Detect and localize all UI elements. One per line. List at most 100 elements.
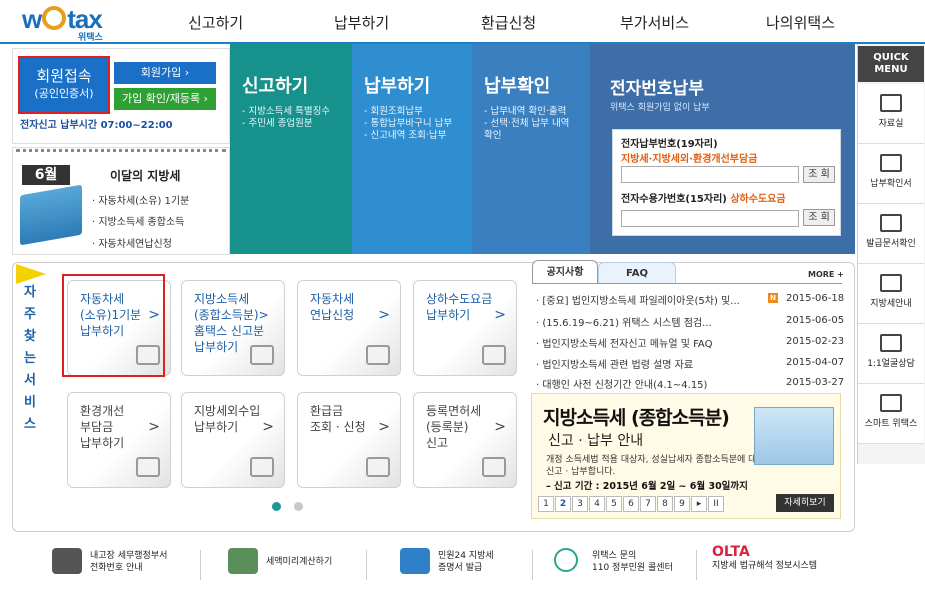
footer-divider bbox=[696, 550, 697, 580]
tile-car-annual[interactable]: 자동차세 연납신청 > bbox=[297, 280, 401, 376]
epay-number-input[interactable] bbox=[621, 166, 799, 183]
tab-faq[interactable]: FAQ bbox=[598, 262, 676, 284]
footer-divider bbox=[366, 550, 367, 580]
highlight-frame bbox=[62, 274, 165, 377]
chevron-right-icon: > bbox=[378, 307, 390, 323]
tile-income-tax[interactable]: 지방소득세 (종합소득분)> 홈택스 신고분 납부하기 bbox=[181, 280, 285, 376]
banner-epay-sub: 위택스 회원가입 없이 납부 bbox=[610, 103, 710, 113]
notice-item[interactable]: · 법인지방소득세 관련 법령 설명 자료 bbox=[536, 356, 693, 371]
monthly-item[interactable]: · 자동차세(소유) 1기분 bbox=[92, 192, 189, 207]
pager-8[interactable]: 8 bbox=[657, 496, 673, 512]
tab-notice[interactable]: 공지사항 bbox=[532, 260, 598, 284]
tile-line: 등록면허세 bbox=[426, 404, 482, 418]
quick-label: 지방세안내 bbox=[870, 299, 912, 309]
quick-label: 납부확인서 bbox=[870, 179, 912, 189]
banner-check[interactable]: 납부확인 - 납부내역 확인·출력 - 선택·전체 납부 내역 확인 bbox=[472, 44, 590, 254]
footer-line: 위택스 문의 bbox=[592, 551, 637, 561]
tile-env-charge[interactable]: 환경개선 부담금 납부하기 > bbox=[67, 392, 171, 488]
carousel-dot[interactable] bbox=[294, 502, 303, 511]
footer-divider bbox=[200, 550, 201, 580]
tile-nontax-revenue[interactable]: 지방세외수입 납부하기 > bbox=[181, 392, 285, 488]
wetax-logo[interactable]: w tax 위택스 bbox=[22, 4, 132, 43]
gnb-extra[interactable]: 부가서비스 bbox=[620, 12, 689, 33]
pager-1[interactable]: 1 bbox=[538, 496, 554, 512]
quick-label: 자료실 bbox=[878, 119, 904, 129]
quick-receipt[interactable]: 납부확인서 bbox=[858, 144, 924, 204]
pager-5[interactable]: 5 bbox=[606, 496, 622, 512]
quick-doc-verify[interactable]: 발급문서확인 bbox=[858, 204, 924, 264]
gnb-report[interactable]: 신고하기 bbox=[188, 12, 243, 33]
quick-video-consult[interactable]: 1:1얼굴상담 bbox=[858, 324, 924, 384]
footer-110-call[interactable]: 위택스 문의 110 정부민원 콜센터 bbox=[554, 546, 684, 582]
pager-9[interactable]: 9 bbox=[674, 496, 690, 512]
monthly-title: 이달의 지방세 bbox=[110, 169, 181, 183]
more-link[interactable]: MORE + bbox=[808, 270, 844, 279]
promo-period: – 신고 기간 : 2015년 6월 2일 ~ 6월 30일까지 bbox=[546, 481, 748, 492]
pager-pause-button[interactable]: II bbox=[708, 496, 724, 512]
pager-4[interactable]: 4 bbox=[589, 496, 605, 512]
quick-smart-wetax[interactable]: 스마트 위택스 bbox=[858, 384, 924, 444]
water-number-input[interactable] bbox=[621, 210, 799, 227]
notice-item[interactable]: · 대행인 사전 신청기간 안내(4.1~4.15) bbox=[536, 376, 707, 391]
pager-7[interactable]: 7 bbox=[640, 496, 656, 512]
login-button[interactable]: 회원접속 (공인인증서) bbox=[18, 56, 110, 114]
banner-report-list: - 지방소득세 특별징수 - 주민세 종업원분 bbox=[242, 106, 330, 130]
quick-menu-header: QUICK MENU bbox=[858, 46, 924, 82]
pager-3[interactable]: 3 bbox=[572, 496, 588, 512]
carousel-dot-active[interactable] bbox=[272, 502, 281, 511]
pager-6[interactable]: 6 bbox=[623, 496, 639, 512]
chevron-right-icon: > bbox=[262, 419, 274, 435]
footer-line: 내고장 세무행정부서 bbox=[90, 551, 168, 561]
phone-icon bbox=[52, 548, 82, 574]
footer-line: 민원24 지방세 bbox=[438, 551, 494, 561]
epay-search-button[interactable]: 조 회 bbox=[803, 166, 835, 183]
notice-item[interactable]: · 법인지방소득세 전자신고 메뉴얼 및 FAQ bbox=[536, 335, 712, 350]
banner-pay[interactable]: 납부하기 - 회원조회납부 - 통합납부바구니 납부 - 신고내역 조회·납부 bbox=[352, 44, 472, 254]
banner-item: - 회원조회납부 bbox=[364, 106, 423, 117]
tab-divider bbox=[532, 283, 842, 284]
footer-divider bbox=[532, 550, 533, 580]
footer-olta[interactable]: OLTA 지방세 법규해석 정보시스템 bbox=[712, 545, 852, 582]
tile-line: 납부하기 bbox=[80, 436, 125, 450]
notice-item[interactable]: · (15.6.19~6.21) 위택스 시스템 점검... bbox=[536, 314, 712, 329]
notice-item[interactable]: · [중요] 법인지방소득세 파일레이아웃(5차) 및... bbox=[536, 292, 740, 307]
calculator-icon bbox=[366, 457, 390, 477]
recycle-icon bbox=[136, 457, 160, 477]
banner-report[interactable]: 신고하기 - 지방소득세 특별징수 - 주민세 종업원분 bbox=[230, 44, 352, 254]
smartphone-icon bbox=[880, 394, 902, 412]
notice-date: 2015-06-18 bbox=[786, 293, 845, 304]
epay-form: 전자납부번호(19자리) 지방세·지방세외·환경개선부담금 조 회 전자수용가번호… bbox=[612, 129, 841, 236]
pager-2[interactable]: 2 bbox=[555, 496, 571, 512]
chevron-right-icon: > bbox=[494, 419, 506, 435]
quick-local-tax-guide[interactable]: 지방세안내 bbox=[858, 264, 924, 324]
promo-detail-button[interactable]: 자세히보기 bbox=[776, 494, 834, 512]
notice-date: 2015-02-23 bbox=[786, 336, 845, 347]
water-search-button[interactable]: 조 회 bbox=[803, 209, 835, 226]
join-button[interactable]: 회원가입 › bbox=[114, 62, 216, 84]
logo-sub: 위택스 bbox=[78, 33, 103, 43]
register-check-label: 가입 확인/재등록 bbox=[122, 92, 201, 105]
quick-archive[interactable]: 자료실 bbox=[858, 84, 924, 144]
tile-registration-tax[interactable]: 등록면허세 (등록분) 신고 > bbox=[413, 392, 517, 488]
tile-refund[interactable]: 환급금 조회 · 신청 > bbox=[297, 392, 401, 488]
footer-line: 전화번호 안내 bbox=[90, 563, 143, 573]
footer-minwon24[interactable]: 민원24 지방세 증명서 발급 bbox=[400, 546, 530, 582]
tile-water-bill[interactable]: 상하수도요금 납부하기 > bbox=[413, 280, 517, 376]
footer-tax-calc[interactable]: 세액미리계산하기 bbox=[228, 546, 358, 582]
book-icon bbox=[880, 274, 902, 292]
pager-next-button[interactable]: ▸ bbox=[691, 496, 707, 512]
footer-phone-dir[interactable]: 내고장 세무행정부서전화번호 안내 bbox=[52, 546, 202, 582]
tile-line: 환경개선 bbox=[80, 404, 125, 418]
faucet-icon bbox=[482, 345, 506, 365]
tile-line: 지방세외수입 bbox=[194, 404, 261, 418]
gnb-refund[interactable]: 환급신청 bbox=[481, 12, 536, 33]
login-label: 회원접속 bbox=[36, 67, 92, 85]
gnb-pay[interactable]: 납부하기 bbox=[334, 12, 389, 33]
monthly-item[interactable]: · 지방소득세 종합소득 bbox=[92, 213, 184, 228]
banner-pay-title: 납부하기 bbox=[364, 76, 431, 97]
gnb-mywetax[interactable]: 나의위택스 bbox=[766, 12, 835, 33]
tile-line: 상하수도요금 bbox=[426, 292, 493, 306]
monthly-item[interactable]: · 자동차세연납신청 bbox=[92, 235, 172, 250]
register-check-button[interactable]: 가입 확인/재등록 › bbox=[114, 88, 216, 110]
tile-line: 홈택스 신고분 bbox=[194, 324, 265, 338]
